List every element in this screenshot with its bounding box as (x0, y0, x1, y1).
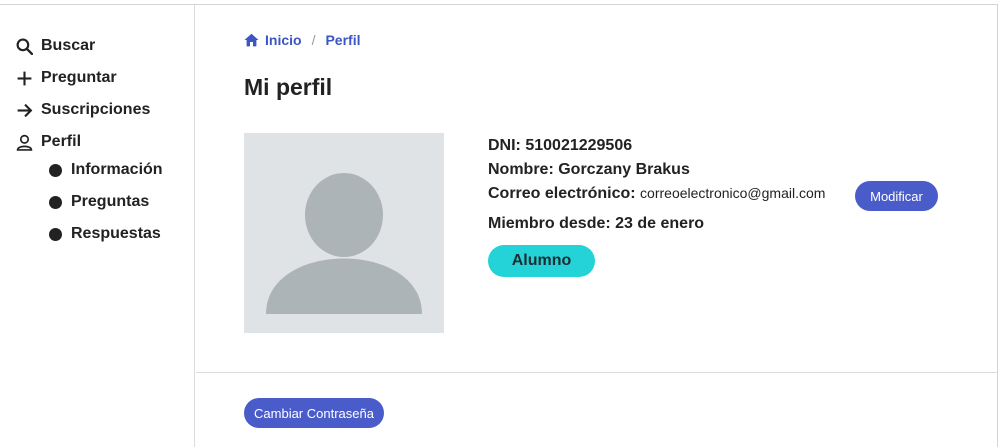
sidebar-item-buscar[interactable]: Buscar (16, 35, 95, 57)
dni-label: DNI: (488, 137, 521, 154)
user-icon (16, 134, 33, 151)
sidebar-item-label: Preguntar (41, 69, 117, 86)
sidebar-subitem-informacion[interactable]: Información (49, 159, 163, 181)
email-value: correoelectronico@gmail.com (640, 185, 826, 201)
search-icon (16, 38, 33, 55)
dni-row: DNI: 510021229506 (488, 137, 632, 155)
sidebar-subitem-preguntas[interactable]: Preguntas (49, 191, 149, 213)
name-row: Nombre: Gorczany Brakus (488, 161, 690, 179)
change-password-button[interactable]: Cambiar Contraseña (244, 398, 384, 428)
email-label: Correo electrónico: (488, 185, 636, 202)
member-since-label: Miembro desde: (488, 215, 611, 232)
avatar (244, 133, 444, 333)
sidebar-item-label: Suscripciones (41, 101, 151, 118)
sidebar-item-preguntar[interactable]: Preguntar (16, 67, 117, 89)
name-value: Gorczany Brakus (558, 161, 690, 178)
sidebar-item-perfil[interactable]: Perfil (16, 131, 81, 153)
breadcrumb-home-link[interactable]: Inicio (265, 32, 302, 48)
breadcrumb: Inicio / Perfil (244, 31, 360, 49)
user-placeholder-icon (266, 173, 422, 314)
sidebar-item-label: Perfil (41, 133, 82, 150)
plus-icon (17, 71, 32, 85)
email-row: Correo electrónico: correoelectronico@gm… (488, 185, 825, 203)
sidebar-subitem-label: Información (71, 161, 163, 178)
arrow-right-icon (17, 103, 33, 117)
name-label: Nombre: (488, 161, 554, 178)
section-divider (196, 372, 998, 373)
member-since-value: 23 de enero (615, 215, 705, 232)
role-badge: Alumno (488, 245, 595, 277)
sidebar-subitem-respuestas[interactable]: Respuestas (49, 223, 161, 245)
sidebar-subitem-label: Preguntas (71, 193, 150, 210)
modify-email-button[interactable]: Modificar (855, 181, 938, 211)
sidebar-item-suscripciones[interactable]: Suscripciones (16, 99, 150, 121)
dni-value: 510021229506 (525, 137, 633, 154)
right-border (997, 4, 998, 447)
sidebar: Buscar Preguntar Suscripciones Perfil In… (0, 5, 195, 447)
bullet-icon (49, 227, 62, 241)
bullet-icon (49, 163, 62, 177)
breadcrumb-separator: / (311, 32, 316, 48)
bullet-icon (49, 195, 62, 209)
page-title: Mi perfil (244, 74, 333, 100)
sidebar-subitem-label: Respuestas (71, 225, 161, 242)
home-icon (244, 33, 259, 47)
sidebar-item-label: Buscar (41, 37, 96, 54)
breadcrumb-current-link[interactable]: Perfil (325, 32, 360, 48)
member-since-row: Miembro desde: 23 de enero (488, 215, 704, 233)
